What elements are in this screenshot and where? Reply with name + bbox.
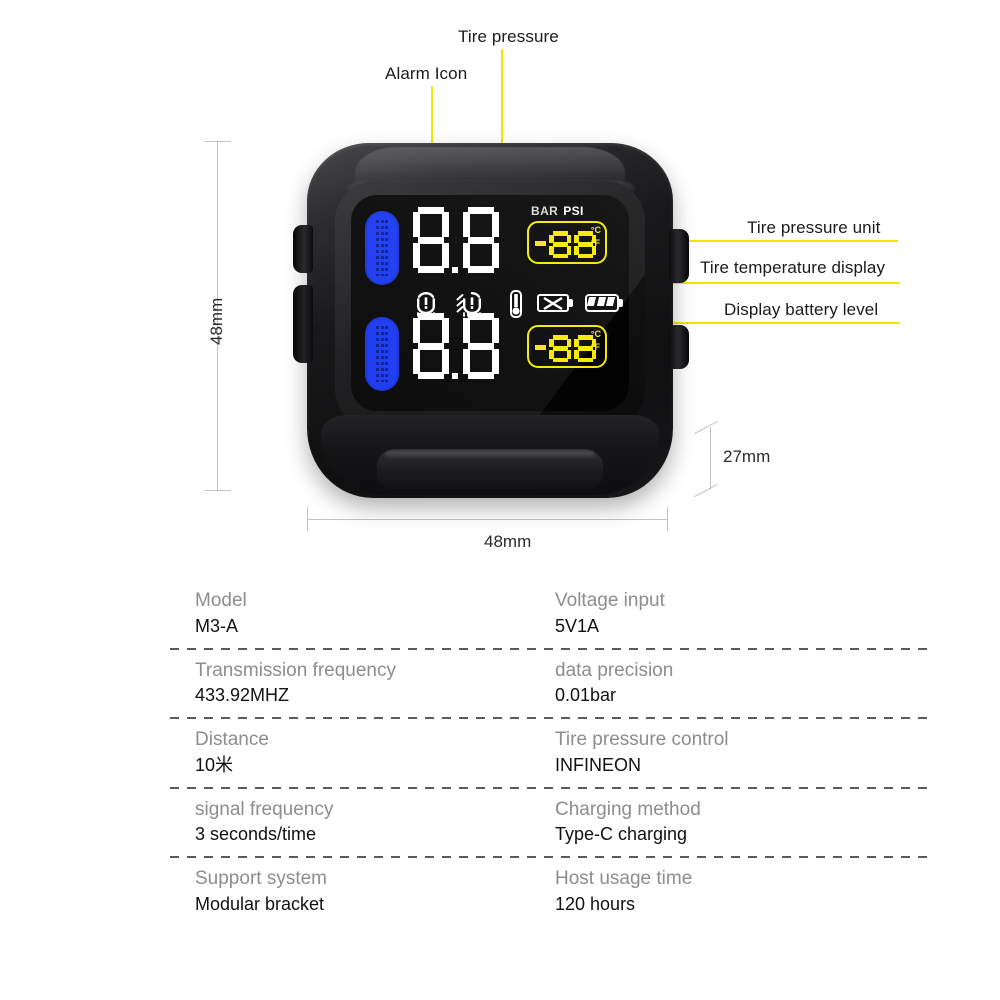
pressure-digit-bottom-1 <box>413 313 449 379</box>
pressure-decimal-bottom <box>452 373 458 379</box>
spec-row: signal frequency 3 seconds/time Charging m… <box>170 789 930 858</box>
dimension-depth-cap-top <box>694 420 718 435</box>
specification-table: Model M3-A Voltage input 5V1A Transmission f… <box>170 580 930 928</box>
dimension-height-cap-bottom <box>205 490 231 492</box>
spec-value: Type-C charging <box>555 824 688 845</box>
spec-label: Support system <box>195 868 327 889</box>
callout-label-tire-temperature: Tire temperature display <box>700 258 886 277</box>
side-button-left-lower[interactable] <box>293 285 313 363</box>
callout-label-display-battery-level: Display battery level <box>724 300 879 319</box>
spec-label: Distance <box>195 729 269 750</box>
spec-cell-right: data precision 0.01bar <box>555 658 673 708</box>
temperature-units-bottom: °C °F <box>591 330 601 352</box>
tire-leak-warning-icon <box>456 292 481 317</box>
spec-row: Model M3-A Voltage input 5V1A <box>170 580 930 650</box>
tire-icon-rear <box>365 317 399 391</box>
pressure-display-top <box>413 207 499 273</box>
callout-label-tire-pressure-unit: Tire pressure unit <box>747 218 881 237</box>
lcd-screen: BAR PSI °C °F °C °F <box>351 195 629 411</box>
dimension-depth-label: 27mm <box>723 447 771 466</box>
callout-label-alarm-icon: Alarm Icon <box>385 64 468 83</box>
temp-unit-celsius-bottom: °C <box>590 329 601 339</box>
spec-label: Transmission frequency <box>195 659 396 681</box>
side-button-left-upper[interactable] <box>293 225 313 273</box>
spec-row: Support system Modular bracket Host usage … <box>170 858 930 928</box>
temperature-display-bottom: °C °F <box>527 325 607 368</box>
battery-level-icon <box>585 294 625 314</box>
temperature-digit-bottom-1 <box>549 335 571 362</box>
dimension-height-label: 48mm <box>207 297 226 345</box>
pressure-digit-bottom-2 <box>463 313 499 379</box>
spec-cell-right: Charging method Type-C charging <box>555 797 701 847</box>
pressure-display-bottom <box>413 313 499 379</box>
temperature-units-top: °C °F <box>591 226 601 248</box>
unit-bar-label: BAR <box>531 204 559 218</box>
temperature-digit-top-1 <box>549 231 571 258</box>
spec-label: Tire pressure control <box>555 729 729 750</box>
spec-cell-left: Distance 10米 <box>195 727 269 777</box>
status-icon-row <box>351 290 629 320</box>
spec-label: Host usage time <box>555 868 693 889</box>
spec-value: 0.01bar <box>555 685 617 706</box>
temperature-minus-bottom <box>535 344 546 350</box>
tpms-device: BAR PSI °C °F °C °F <box>285 133 695 518</box>
spec-value: Modular bracket <box>195 893 325 914</box>
spec-label: Voltage input <box>555 590 665 611</box>
pressure-decimal-top <box>452 267 458 273</box>
spec-label: data precision <box>555 659 674 681</box>
spec-value: 3 seconds/time <box>195 824 317 845</box>
spec-value: 5V1A <box>555 615 600 636</box>
spec-value: 120 hours <box>555 893 636 914</box>
callout-label-tire-pressure: Tire pressure <box>458 27 559 46</box>
spec-label: Charging method <box>555 798 701 820</box>
dimension-width-label: 48mm <box>484 532 532 551</box>
spec-value: 433.92MHZ <box>195 685 290 706</box>
tire-icon-front <box>365 211 399 285</box>
spec-value: INFINEON <box>555 754 642 775</box>
temp-unit-celsius-top: °C <box>590 225 601 235</box>
pressure-digit-top-1 <box>413 207 449 273</box>
spec-cell-left: Model M3-A <box>195 588 247 638</box>
spec-cell-right: Voltage input 5V1A <box>555 588 665 638</box>
side-button-right-lower[interactable] <box>669 325 689 369</box>
unit-psi-label: PSI <box>563 204 584 218</box>
side-button-right-upper[interactable] <box>669 229 689 283</box>
spec-label: signal frequency <box>195 798 334 820</box>
tire-pressure-warning-icon <box>417 292 435 317</box>
spec-value: 10米 <box>195 754 234 775</box>
spec-cell-right: Tire pressure control INFINEON <box>555 727 729 777</box>
temp-unit-fahrenheit-bottom: °F <box>590 342 600 352</box>
temperature-display-top: °C °F <box>527 221 607 264</box>
dimension-height-cap-top <box>205 141 231 143</box>
spec-value: M3-A <box>195 615 239 636</box>
temp-unit-fahrenheit-top: °F <box>590 238 600 248</box>
spec-row: Transmission frequency 433.92MHZ data prec… <box>170 650 930 719</box>
spec-cell-left: Transmission frequency 433.92MHZ <box>195 658 396 708</box>
pressure-digit-top-2 <box>463 207 499 273</box>
spec-cell-left: Support system Modular bracket <box>195 866 327 916</box>
sensor-battery-empty-icon <box>537 294 575 314</box>
spec-row: Distance 10米 Tire pressure control INFINEON <box>170 719 930 789</box>
temperature-minus-top <box>535 240 546 246</box>
dimension-width-line <box>307 519 668 521</box>
dimension-depth-cap-bottom <box>694 483 718 498</box>
spec-cell-right: Host usage time 120 hours <box>555 866 692 916</box>
thermometer-icon <box>510 290 522 318</box>
device-base-highlight <box>385 451 595 459</box>
pressure-unit-row: BAR PSI <box>531 204 584 218</box>
dimension-depth-line <box>710 427 712 490</box>
spec-cell-left: signal frequency 3 seconds/time <box>195 797 333 847</box>
spec-label: Model <box>195 590 247 611</box>
